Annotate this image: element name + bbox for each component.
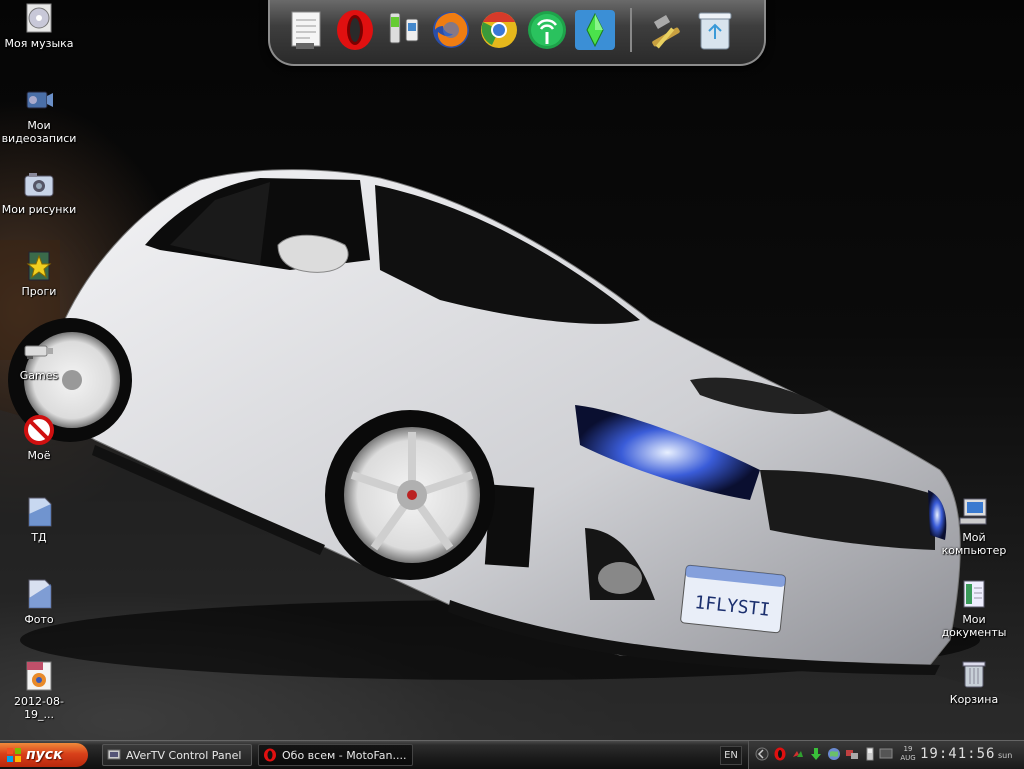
desktop-icon-recycle-bin[interactable]: Корзина — [935, 658, 1013, 706]
desktop-icon-my-computer[interactable]: Мой компьютер — [935, 496, 1013, 557]
taskbar-button-label: AVerTV Control Panel — [126, 748, 242, 762]
camcorder-icon — [23, 84, 55, 116]
taskbar-button-opera[interactable]: Обо всем - MotoFan.... — [258, 744, 413, 766]
taskbar-button-label: Обо всем - MotoFan.... — [282, 748, 407, 762]
start-button-label: пуск — [26, 747, 63, 763]
opera-icon[interactable] — [332, 6, 378, 54]
clock-time[interactable]: 19:41:56 — [920, 746, 995, 764]
monitor-tray-icon[interactable] — [879, 747, 893, 761]
my-computer-icon — [958, 496, 990, 528]
desktop-icon-label: Games — [19, 369, 59, 382]
png-file-icon — [23, 660, 55, 692]
camera-icon — [23, 168, 55, 200]
sims-plumbob-icon[interactable] — [572, 6, 618, 54]
photo-document-icon — [23, 578, 55, 610]
application-dock — [268, 0, 766, 74]
desktop-icon-my-music[interactable]: Моя музыка — [0, 2, 78, 50]
car-illustration: 1FLYSTI — [0, 169, 1024, 740]
avertv-icon — [107, 749, 121, 760]
dock-separator — [630, 8, 632, 52]
arrows-tray-icon[interactable] — [791, 747, 805, 761]
clock-month: AUG — [900, 754, 916, 762]
taskbar-button-avertv[interactable]: AVerTV Control Panel — [102, 744, 252, 766]
desktop-icon-td[interactable]: ТД — [0, 496, 78, 544]
recycle-bin-icon[interactable] — [692, 6, 738, 54]
cd-music-icon — [23, 2, 55, 34]
desktop-icon-my-documents[interactable]: Мои документы — [935, 578, 1013, 639]
recycle-bin-icon — [958, 658, 990, 690]
desktop-icon-label: Мои рисунки — [1, 203, 77, 216]
opera-icon — [264, 748, 276, 762]
download-tray-icon[interactable] — [809, 747, 823, 761]
desktop-wallpaper: 1FLYSTI — [0, 0, 1024, 740]
desktop-icon-foto[interactable]: Фото — [0, 578, 78, 626]
desktop-icon-games[interactable]: Games — [0, 334, 78, 382]
desktop-icon-progi[interactable]: Проги — [0, 250, 78, 298]
desktop-icon-label: Мои видеозаписи — [1, 119, 77, 145]
desktop-icon-label: Фото — [24, 613, 54, 626]
desktop-icon-my-videos[interactable]: Мои видеозаписи — [0, 84, 78, 145]
desktop-icon-png-file[interactable]: 2012-08-19_... — [0, 660, 78, 721]
mobile-sync-icon[interactable] — [380, 6, 426, 54]
globe-tray-icon[interactable] — [827, 747, 841, 761]
opera-tray-icon[interactable] — [773, 747, 787, 761]
document-blue-icon — [23, 496, 55, 528]
network-tray-icon[interactable] — [845, 747, 859, 761]
wifi-antenna-icon[interactable] — [524, 6, 570, 54]
desktop-icon-label: 2012-08-19_... — [14, 695, 64, 721]
desktop-icon-label: Моё — [27, 449, 51, 462]
desktop-icon-label: ТД — [31, 531, 47, 544]
desktop-icon-label: Корзина — [949, 693, 999, 706]
my-documents-icon — [958, 578, 990, 610]
no-entry-icon — [23, 414, 55, 446]
windows-flag-icon — [7, 748, 21, 762]
desktop-icon-my-pictures[interactable]: Мои рисунки — [0, 168, 78, 216]
chrome-icon[interactable] — [476, 6, 522, 54]
star-folder-icon — [23, 250, 55, 282]
desktop-icon-moe[interactable]: Моё — [0, 414, 78, 462]
battery-tray-icon[interactable] — [863, 747, 877, 761]
tools-icon[interactable] — [642, 6, 688, 54]
desktop-icon-label: Моя музыка — [4, 37, 74, 50]
clock-day-number: 19 — [903, 745, 913, 753]
language-indicator[interactable]: EN — [720, 746, 742, 765]
desktop-icon-label: Мои документы — [941, 613, 1007, 639]
start-button[interactable]: пуск — [0, 743, 88, 767]
chevron-left-icon[interactable] — [755, 747, 769, 761]
firefox-icon[interactable] — [428, 6, 474, 54]
clock-weekday: sun — [998, 751, 1013, 760]
notepad-icon[interactable] — [284, 6, 330, 54]
usb-drive-icon — [23, 334, 55, 366]
taskbar: пуск AVerTV Control Panel Обо всем - Mot… — [0, 740, 1024, 769]
desktop-icon-label: Проги — [21, 285, 57, 298]
desktop-icon-label: Мой компьютер — [941, 531, 1007, 557]
clock-date: 19 AUG — [898, 745, 918, 765]
